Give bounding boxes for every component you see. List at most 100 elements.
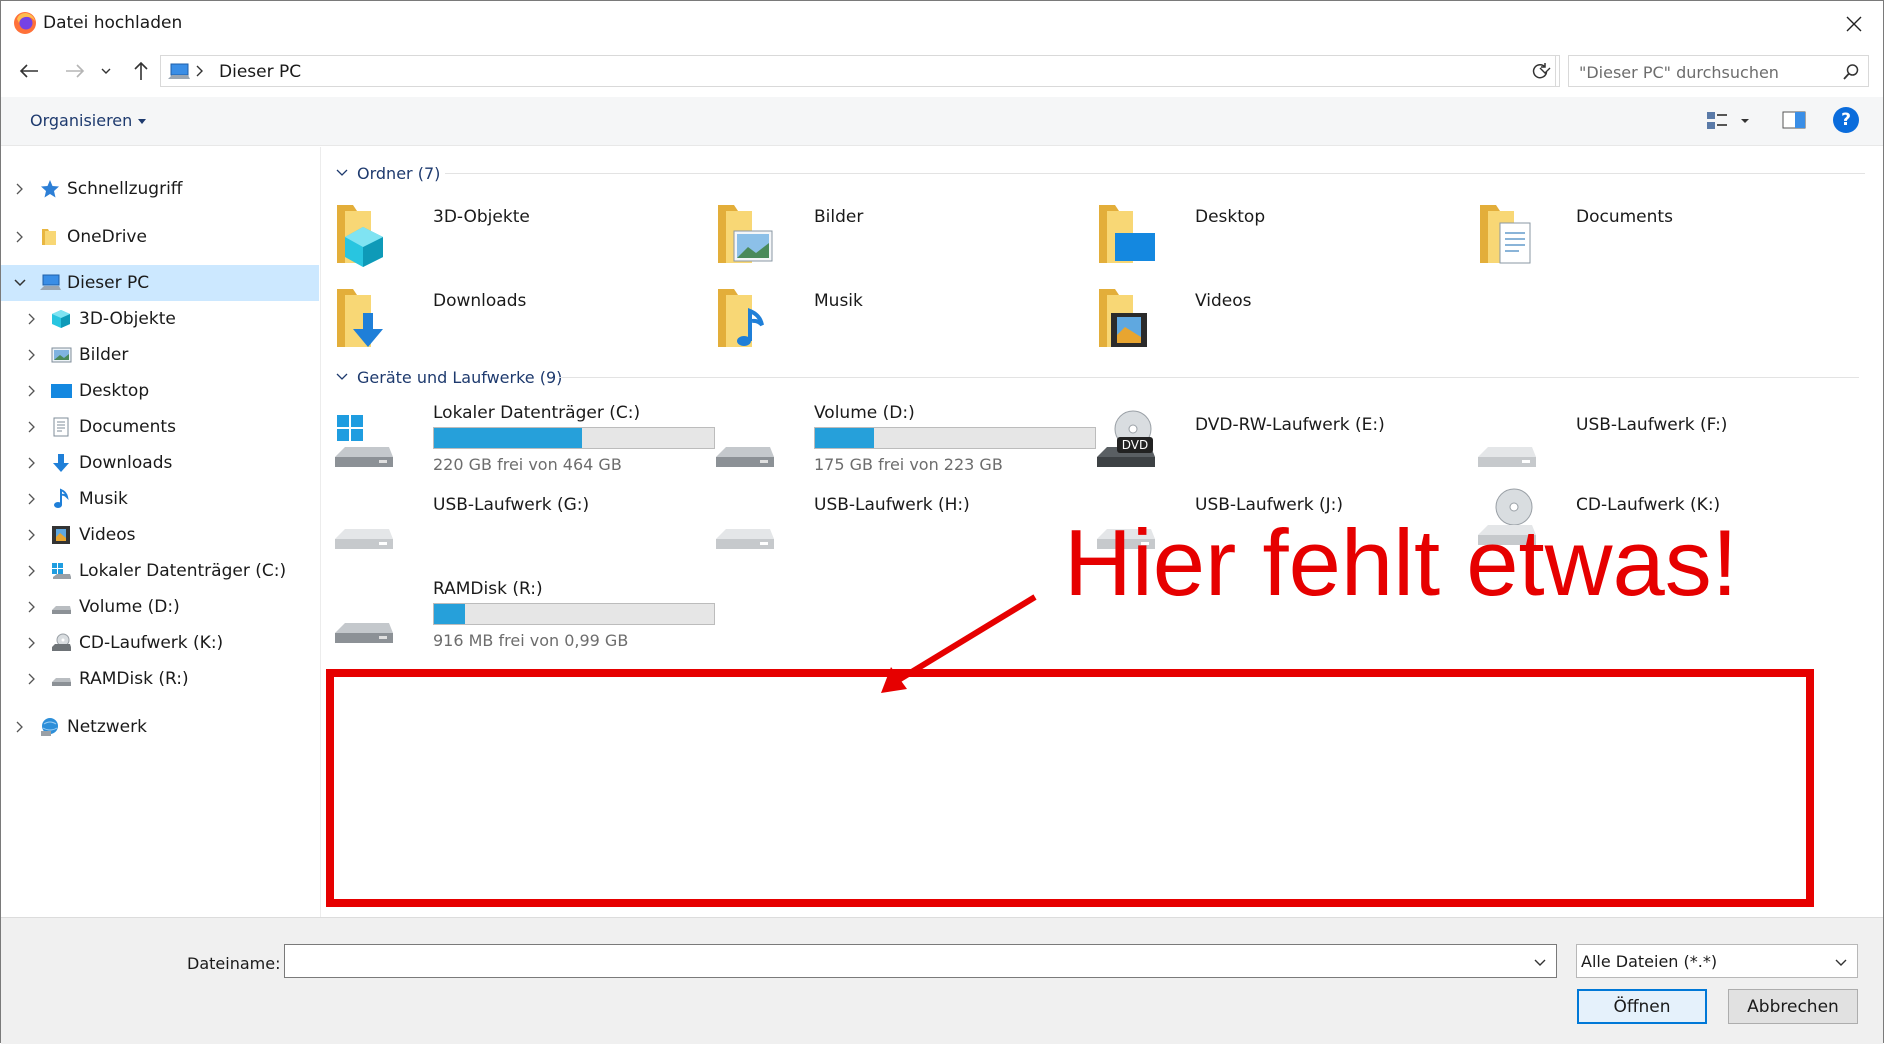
command-bar: Organisieren ? (1, 97, 1883, 146)
folder-documents[interactable]: Documents (1466, 199, 1826, 279)
folder-desktop[interactable]: Desktop (1085, 199, 1445, 279)
search-input[interactable]: "Dieser PC" durchsuchen (1579, 63, 1779, 82)
picture-folder-icon (718, 205, 773, 263)
folder-name: Downloads (433, 291, 527, 311)
refresh-button[interactable] (1524, 55, 1556, 87)
firefox-icon (14, 12, 36, 34)
cancel-button[interactable]: Abbrechen (1728, 989, 1858, 1024)
usb-drive-icon (716, 529, 774, 549)
chevron-right-icon[interactable] (25, 672, 39, 686)
drive-c[interactable]: Lokaler Datenträger (C:) 220 GB frei von… (323, 403, 715, 483)
sidebar-item-musik[interactable]: Musik (1, 481, 319, 517)
breadcrumb-chevron-icon (196, 65, 203, 77)
drive-g[interactable]: USB-Laufwerk (G:) (323, 495, 683, 581)
sidebar-item-desktop[interactable]: Desktop (1, 373, 319, 409)
sidebar-item-netzwerk[interactable]: Netzwerk (1, 709, 319, 745)
chevron-right-icon[interactable] (13, 720, 27, 734)
sidebar-item-label: RAMDisk (R:) (79, 669, 189, 689)
sidebar-item-videos[interactable]: Videos (1, 517, 319, 553)
chevron-right-icon[interactable] (25, 312, 39, 326)
help-button[interactable]: ? (1833, 107, 1859, 133)
sidebar-item-label: Downloads (79, 453, 173, 473)
open-button[interactable]: Öffnen (1577, 989, 1707, 1024)
music-icon (54, 488, 69, 508)
file-upload-dialog: Datei hochladen Dieser PC "Dieser PC" du… (0, 0, 1884, 1044)
chevron-right-icon[interactable] (25, 636, 39, 650)
drive-usage-bar (433, 427, 715, 449)
search-box[interactable]: "Dieser PC" durchsuchen (1568, 55, 1869, 87)
window-title: Datei hochladen (43, 13, 183, 33)
sidebar-item-3d-objekte[interactable]: 3D-Objekte (1, 301, 319, 337)
chevron-right-icon[interactable] (25, 456, 39, 470)
filename-input[interactable] (284, 944, 1557, 978)
refresh-icon (1532, 63, 1547, 79)
folder-name: 3D-Objekte (433, 207, 530, 227)
chevron-down-icon (336, 373, 348, 380)
drive-f[interactable]: USB-Laufwerk (F:) (1466, 403, 1826, 483)
document-icon (53, 417, 69, 437)
drive-usage-bar (814, 427, 1096, 449)
recent-locations-button[interactable] (97, 57, 115, 85)
chevron-down-icon (336, 169, 348, 176)
group-divider (559, 377, 1859, 378)
filetype-select[interactable]: Alle Dateien (*.*) (1576, 944, 1858, 978)
group-header-folders[interactable]: Ordner (7) (335, 161, 1865, 185)
drive-h[interactable]: USB-Laufwerk (H:) (704, 495, 1064, 581)
sidebar-item-label: Netzwerk (67, 717, 147, 737)
drive-usage-fill (815, 428, 874, 448)
sidebar-item-downloads[interactable]: Downloads (1, 445, 319, 481)
group-header-drives[interactable]: Geräte und Laufwerke (9) (335, 365, 1865, 389)
chevron-right-icon[interactable] (13, 182, 27, 196)
document-folder-icon (1480, 205, 1531, 264)
preview-pane-icon (1782, 111, 1806, 129)
chevron-right-icon[interactable] (25, 348, 39, 362)
drive-d[interactable]: Volume (D:) 175 GB frei von 223 GB (704, 403, 1096, 483)
folder-videos[interactable]: Videos (1085, 283, 1445, 363)
chevron-down-icon[interactable] (13, 276, 27, 290)
breadcrumb-dieser-pc[interactable]: Dieser PC (219, 62, 301, 82)
back-button[interactable] (15, 57, 43, 85)
drive-r[interactable]: RAMDisk (R:) 916 MB frei von 0,99 GB (323, 579, 715, 659)
download-icon (53, 454, 69, 472)
drive-e[interactable]: DVD DVD-RW-Laufwerk (E:) (1085, 403, 1445, 483)
view-options-icon (1707, 112, 1749, 129)
annotation-text: Hier fehlt etwas! (1064, 510, 1738, 615)
folder-3d-objekte[interactable]: 3D-Objekte (323, 199, 683, 279)
sidebar-item-drive-k[interactable]: CD-Laufwerk (K:) (1, 625, 319, 661)
folder-bilder[interactable]: Bilder (704, 199, 1064, 279)
chevron-right-icon[interactable] (25, 528, 39, 542)
sidebar-item-dieser-pc[interactable]: Dieser PC (1, 265, 319, 301)
organize-button[interactable]: Organisieren (30, 111, 147, 130)
network-icon (41, 718, 58, 736)
group-divider (445, 173, 1865, 174)
chevron-right-icon[interactable] (25, 420, 39, 434)
change-view-button[interactable] (1705, 109, 1751, 137)
sidebar-item-onedrive[interactable]: OneDrive (1, 219, 319, 255)
address-bar[interactable]: Dieser PC (160, 55, 1560, 87)
search-icon (1843, 64, 1859, 80)
sidebar-item-documents[interactable]: Documents (1, 409, 319, 445)
sidebar-item-schnellzugriff[interactable]: Schnellzugriff (1, 171, 319, 207)
cancel-button-label: Abbrechen (1747, 996, 1839, 1017)
drive-icon (52, 678, 71, 686)
chevron-right-icon[interactable] (25, 492, 39, 506)
sidebar-item-drive-d[interactable]: Volume (D:) (1, 589, 319, 625)
preview-pane-button[interactable] (1781, 109, 1807, 135)
picture-icon (51, 347, 72, 363)
folder-downloads[interactable]: Downloads (323, 283, 683, 363)
up-button[interactable] (127, 57, 155, 85)
chevron-right-icon[interactable] (25, 384, 39, 398)
drive-name: Volume (D:) (814, 403, 915, 423)
forward-button[interactable] (61, 57, 89, 85)
chevron-right-icon[interactable] (13, 230, 27, 244)
close-button[interactable] (1825, 1, 1883, 47)
sidebar-item-label: Bilder (79, 345, 129, 365)
chevron-right-icon[interactable] (25, 564, 39, 578)
sidebar-item-drive-c[interactable]: Lokaler Datenträger (C:) (1, 553, 319, 589)
chevron-down-icon[interactable] (1532, 954, 1548, 970)
folder-musik[interactable]: Musik (704, 283, 1064, 363)
sidebar-item-drive-r[interactable]: RAMDisk (R:) (1, 661, 319, 697)
usb-drive-icon (1478, 447, 1536, 467)
sidebar-item-bilder[interactable]: Bilder (1, 337, 319, 373)
chevron-right-icon[interactable] (25, 600, 39, 614)
